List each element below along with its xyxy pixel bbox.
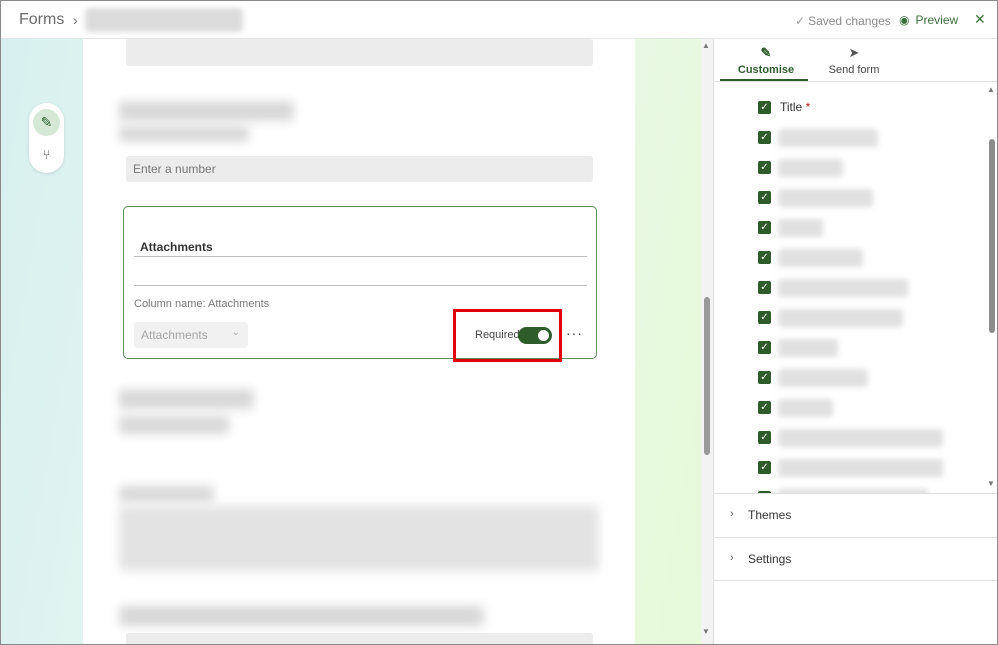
field-checkbox[interactable]: ✓ xyxy=(758,161,771,174)
field-checkbox[interactable]: ✓ xyxy=(758,311,771,324)
field-checkbox[interactable]: ✓ xyxy=(758,191,771,204)
field-label-redacted xyxy=(778,159,843,177)
list-item[interactable]: ✓ xyxy=(758,335,988,365)
app-name[interactable]: Forms xyxy=(19,11,64,29)
field-checkbox[interactable]: ✓ xyxy=(758,431,771,444)
field-label-redacted xyxy=(778,219,823,237)
edit-pencil-icon[interactable]: ✎ xyxy=(33,109,60,136)
themes-label: Themes xyxy=(748,508,792,522)
list-item[interactable]: ✓ xyxy=(758,275,988,305)
question-type-dropdown[interactable]: Attachments ⌄ xyxy=(134,322,248,348)
field-label-redacted xyxy=(778,369,868,387)
app-window: Forms › ✓ Saved changes ◉ Preview ✕ ✎ ⑂ En… xyxy=(0,0,998,645)
saved-status-label: Saved changes xyxy=(808,14,891,28)
number-input[interactable]: Enter a number xyxy=(126,156,593,182)
scroll-down-icon[interactable]: ▼ xyxy=(702,627,710,636)
tab-divider xyxy=(714,81,997,82)
field-checkbox[interactable]: ✓ xyxy=(758,341,771,354)
mode-rail: ✎ ⑂ xyxy=(29,103,64,173)
tab-send-form[interactable]: ➤ Send form xyxy=(824,45,884,76)
list-item[interactable]: ✓ xyxy=(758,425,988,455)
field-checkbox[interactable]: ✓ xyxy=(758,461,771,474)
text-area-redacted xyxy=(119,506,599,571)
field-label-redacted xyxy=(778,309,903,327)
text-input-redacted[interactable] xyxy=(126,39,593,66)
question-title[interactable]: Attachments xyxy=(140,240,213,254)
top-bar: Forms › ✓ Saved changes ◉ Preview ✕ xyxy=(1,1,997,39)
list-item[interactable]: ✓ xyxy=(758,185,988,215)
settings-label: Settings xyxy=(748,552,792,566)
list-item[interactable]: ✓ xyxy=(758,155,988,185)
dropdown-value: Attachments xyxy=(141,328,208,342)
field-checkbox[interactable]: ✓ xyxy=(758,281,771,294)
question-desc-redacted xyxy=(119,416,229,434)
field-item-title[interactable]: ✓ Title * xyxy=(758,95,988,125)
scroll-up-icon[interactable]: ▲ xyxy=(987,85,995,94)
tab-label: Customise xyxy=(737,64,795,76)
field-checkbox[interactable]: ✓ xyxy=(758,221,771,234)
field-label-redacted xyxy=(778,249,863,267)
list-item[interactable]: ✓ xyxy=(758,215,988,245)
branching-icon[interactable]: ⑂ xyxy=(33,143,60,167)
field-name: Title xyxy=(780,100,803,114)
chevron-right-icon: › xyxy=(730,508,734,520)
chevron-right-icon: › xyxy=(730,552,734,564)
field-label-redacted xyxy=(778,189,873,207)
themes-section[interactable]: › Themes xyxy=(714,493,997,537)
close-icon[interactable]: ✕ xyxy=(974,11,986,28)
question-label-redacted xyxy=(119,389,254,409)
field-label-redacted xyxy=(778,399,833,417)
list-item[interactable]: ✓ xyxy=(758,485,988,493)
list-item[interactable]: ✓ xyxy=(758,305,988,335)
send-icon: ➤ xyxy=(848,45,860,60)
tab-customise[interactable]: ✎ Customise xyxy=(736,45,796,76)
title-underline xyxy=(134,256,587,257)
field-list-scrollbar[interactable]: ▲ ▼ xyxy=(986,83,997,493)
more-options-icon[interactable]: ··· xyxy=(566,325,583,341)
field-label-redacted xyxy=(778,279,908,297)
scroll-thumb[interactable] xyxy=(704,297,710,455)
breadcrumb-chevron-icon: › xyxy=(73,12,78,28)
input-redacted[interactable] xyxy=(126,633,593,644)
column-name: Column name: Attachments xyxy=(134,298,270,310)
preview-button[interactable]: ◉ Preview xyxy=(899,13,958,27)
description-underline[interactable] xyxy=(134,285,587,286)
scroll-up-icon[interactable]: ▲ xyxy=(702,41,710,50)
saved-status: ✓ Saved changes xyxy=(795,14,891,28)
chevron-down-icon: ⌄ xyxy=(231,327,240,338)
list-item[interactable]: ✓ xyxy=(758,125,988,155)
eye-icon: ◉ xyxy=(899,13,910,27)
field-checkbox[interactable]: ✓ xyxy=(758,371,771,384)
preview-label: Preview xyxy=(915,13,959,27)
customise-icon: ✎ xyxy=(760,45,772,60)
form-title-redacted xyxy=(85,8,243,32)
list-item[interactable]: ✓ xyxy=(758,245,988,275)
check-icon: ✓ xyxy=(795,14,806,28)
required-asterisk: * xyxy=(805,100,811,114)
scroll-thumb[interactable] xyxy=(989,139,995,333)
scroll-down-icon[interactable]: ▼ xyxy=(987,479,995,488)
tab-label: Send form xyxy=(828,64,880,76)
field-checkbox[interactable]: ✓ xyxy=(758,251,771,264)
settings-section[interactable]: › Settings xyxy=(714,537,997,581)
question-label-redacted xyxy=(119,486,214,502)
field-checkbox[interactable]: ✓ xyxy=(758,131,771,144)
list-item[interactable]: ✓ xyxy=(758,365,988,395)
question-label-redacted xyxy=(119,606,484,626)
editor-scrollbar[interactable]: ▲ ▼ xyxy=(701,39,713,644)
field-checkbox[interactable]: ✓ xyxy=(758,101,771,114)
field-label-redacted xyxy=(778,429,943,447)
field-label: Title * xyxy=(780,100,810,114)
side-panel: ✎ Customise ➤ Send form ✓ Title * ✓ ✓ ✓ … xyxy=(713,39,997,644)
field-list: ✓ Title * ✓ ✓ ✓ ✓ ✓ ✓ ✓ ✓ ✓ ✓ ✓ ✓ ✓ xyxy=(714,83,988,493)
list-item[interactable]: ✓ xyxy=(758,455,988,485)
required-highlight-box xyxy=(453,309,562,362)
field-label-redacted xyxy=(778,339,838,357)
field-label-redacted xyxy=(778,129,878,147)
question-desc-redacted xyxy=(119,126,249,142)
question-label-redacted xyxy=(119,101,294,121)
list-item[interactable]: ✓ xyxy=(758,395,988,425)
field-label-redacted xyxy=(778,459,943,477)
field-checkbox[interactable]: ✓ xyxy=(758,401,771,414)
